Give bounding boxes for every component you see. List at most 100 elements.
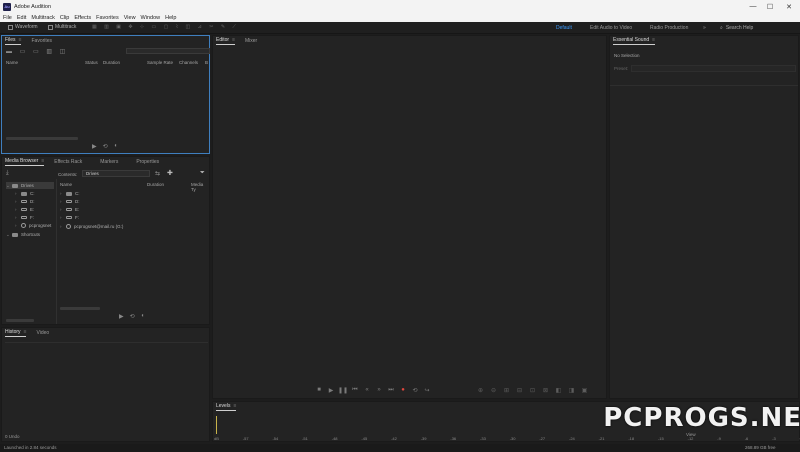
menu-help[interactable]: Help — [165, 15, 176, 21]
list-item[interactable]: › C: — [60, 190, 80, 197]
maximize-button[interactable]: ☐ — [762, 0, 778, 13]
zoom-in-time-icon[interactable]: ⊞ — [500, 387, 513, 394]
menu-favorites[interactable]: Favorites — [96, 15, 119, 21]
col-channels[interactable]: Channels — [179, 60, 198, 65]
workspace-more-icon[interactable]: » — [703, 25, 706, 31]
stop-icon[interactable]: ■ — [313, 387, 325, 394]
tab-effects-rack[interactable]: Effects Rack — [54, 159, 82, 166]
tree-drive-e[interactable]: › E: — [15, 206, 34, 213]
tree-scrollbar[interactable] — [6, 319, 34, 322]
multitrack-label: Multitrack — [55, 24, 77, 30]
play-icon[interactable]: ▶ — [325, 387, 337, 394]
tab-favorites[interactable]: Favorites — [31, 38, 52, 45]
loop-icon[interactable]: ⟲ — [130, 313, 135, 320]
zoom-full-icon[interactable]: ⊡ — [526, 387, 539, 394]
zoom-out-time-icon[interactable]: ⊟ — [513, 387, 526, 394]
status-launch-time: Launched in 2.84 seconds — [4, 445, 57, 450]
workspace-default[interactable]: Default — [556, 25, 572, 31]
record-icon[interactable]: ● — [397, 387, 409, 394]
play-icon[interactable]: ▶ — [119, 313, 124, 320]
tree-drives[interactable]: ⌄ Drives — [6, 182, 54, 189]
zoom-out-amplitude-icon[interactable]: ⊖ — [487, 387, 500, 394]
network-drive-icon — [21, 223, 26, 228]
col-sample-rate[interactable]: Sample Rate — [147, 60, 173, 65]
search-help[interactable]: ⌕ Search Help — [720, 24, 780, 32]
zoom-in-left-icon[interactable]: ◧ — [552, 387, 565, 394]
autoplay-icon[interactable]: ◖ — [141, 313, 145, 320]
files-toolbar-icons[interactable]: ▬ ▭ ▭ ▥ ◫ — [6, 48, 68, 55]
loop-icon[interactable]: ⟲ — [103, 143, 108, 150]
media-browser-panel: Media Browser ≡ Effects Rack Markers Prop… — [1, 156, 210, 325]
status-bar: Launched in 2.84 seconds 268.89 GB free — [0, 444, 800, 452]
tree-shortcuts[interactable]: ⌄ Shortcuts — [6, 231, 40, 238]
col-name[interactable]: Name — [60, 182, 72, 187]
workspace-radio-production[interactable]: Radio Production — [650, 25, 688, 31]
menu-file[interactable]: File — [3, 15, 12, 21]
rewind-icon[interactable]: « — [361, 387, 373, 394]
tab-editor[interactable]: Editor ≡ — [216, 37, 235, 45]
undo-count: 0 Undo — [5, 434, 20, 439]
tree-drive-f[interactable]: › F: — [15, 214, 34, 221]
minimize-button[interactable]: — — [745, 0, 761, 13]
menu-multitrack[interactable]: Multitrack — [31, 15, 55, 21]
col-bit[interactable]: B — [205, 60, 208, 65]
tab-media-browser[interactable]: Media Browser ≡ — [5, 158, 45, 166]
waveform-view-button[interactable]: Waveform — [8, 24, 38, 30]
menu-view[interactable]: View — [124, 15, 136, 21]
col-media-type[interactable]: Media Ty — [191, 182, 209, 192]
menu-window[interactable]: Window — [141, 15, 161, 21]
forward-icon[interactable]: » — [373, 387, 385, 394]
tab-properties[interactable]: Properties — [136, 159, 159, 166]
funnel-icon[interactable]: ⏷ — [200, 170, 205, 177]
loop-playback-icon[interactable]: ⟲ — [409, 387, 421, 394]
files-scrollbar[interactable] — [6, 137, 78, 140]
to-end-icon[interactable]: ⏭ — [385, 387, 397, 394]
skip-selection-icon[interactable]: ↪ — [421, 387, 433, 394]
pause-icon[interactable]: ❚❚ — [337, 387, 349, 394]
media-browser-options-icon[interactable]: ⤓ — [6, 170, 9, 177]
preset-dropdown[interactable] — [631, 65, 796, 72]
divider — [5, 342, 208, 343]
menu-clip[interactable]: Clip — [60, 15, 69, 21]
drive-icon — [66, 191, 72, 196]
col-status[interactable]: Status — [85, 60, 98, 65]
menu-edit[interactable]: Edit — [17, 15, 26, 21]
col-duration[interactable]: Duration — [147, 182, 164, 187]
list-item[interactable]: › D: — [60, 198, 80, 205]
files-search-input[interactable] — [126, 48, 210, 54]
list-scrollbar[interactable] — [60, 307, 100, 310]
level-meter-marker — [216, 416, 217, 434]
tool-icons-group[interactable]: ▦ ▥ ▣ ✥ ⊹ ▭ ▢ ⌇ ◫ ⊿ ✂ ✎ ⟋ — [92, 24, 239, 30]
tab-files[interactable]: Files ≡ — [5, 37, 22, 45]
waveform-label: Waveform — [15, 24, 38, 30]
list-item[interactable]: › pcprogsnet@mail.ru (G:) — [60, 223, 123, 230]
tab-history[interactable]: History ≡ — [5, 329, 27, 337]
play-icon[interactable]: ▶ — [92, 143, 97, 150]
tree-drive-c[interactable]: › C: — [15, 190, 35, 197]
list-item[interactable]: › E: — [60, 206, 79, 213]
zoom-selection-icon[interactable]: ⊠ — [539, 387, 552, 394]
tab-levels[interactable]: Levels ≡ — [216, 403, 237, 411]
tree-drive-d[interactable]: › D: — [15, 198, 35, 205]
pane-divider[interactable] — [56, 179, 57, 324]
close-button[interactable]: ✕ — [781, 0, 797, 13]
add-shortcut-icon[interactable]: ✚ — [167, 169, 173, 177]
zoom-in-amplitude-icon[interactable]: ⊕ — [474, 387, 487, 394]
zoom-in-right-icon[interactable]: ◨ — [565, 387, 578, 394]
tab-mixer[interactable]: Mixer — [245, 38, 257, 45]
zoom-out-full-icon[interactable]: ▣ — [578, 387, 591, 394]
col-name[interactable]: Name — [6, 60, 18, 65]
col-duration[interactable]: Duration — [103, 60, 120, 65]
multitrack-view-button[interactable]: Multitrack — [48, 24, 76, 30]
to-start-icon[interactable]: ⏮ — [349, 387, 361, 394]
list-item[interactable]: › F: — [60, 214, 79, 221]
workspace-edit-audio-to-video[interactable]: Edit Audio to Video — [590, 25, 632, 31]
contents-dropdown[interactable]: Drives — [82, 170, 150, 177]
tree-drive-network[interactable]: › pcprogsnet — [15, 222, 51, 229]
autoplay-icon[interactable]: ◖ — [114, 143, 118, 150]
tab-video[interactable]: Video — [36, 330, 49, 337]
menu-effects[interactable]: Effects — [74, 15, 91, 21]
tab-essential-sound[interactable]: Essential Sound ≡ — [613, 37, 656, 45]
filter-icon[interactable]: ⇆ — [155, 170, 160, 177]
tab-markers[interactable]: Markers — [100, 159, 118, 166]
